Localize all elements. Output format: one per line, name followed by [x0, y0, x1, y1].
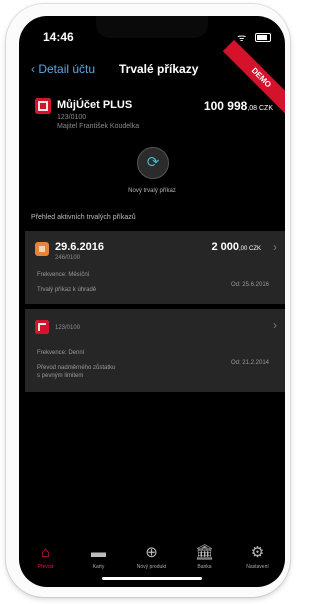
back-button[interactable]: ‹ Detail účtu	[31, 62, 95, 76]
order-start-date: Od: 25.6.2016	[230, 282, 269, 288]
order-icon	[35, 242, 49, 256]
order-title: 29.6.2016	[55, 241, 104, 253]
notch	[96, 16, 208, 38]
amount-decimals: ,00 CZK	[238, 246, 261, 252]
home-indicator[interactable]	[102, 577, 202, 580]
order-account: 123/0100	[55, 325, 81, 331]
account-icon	[35, 98, 51, 114]
tab-label: Banka	[197, 564, 212, 570]
wifi-icon: ᯤ	[237, 33, 249, 44]
standing-order-item[interactable]: 29.6.2016 246/0100 2 000,00 CZK › Frekve…	[25, 231, 285, 304]
order-type: Trvalý příkaz k úhradě	[37, 287, 97, 293]
back-label: Detail účtu	[38, 62, 96, 76]
plus-icon: ⊕	[145, 544, 158, 561]
tab-bank[interactable]: 🏛 Banka	[178, 544, 231, 570]
tab-settings[interactable]: ⚙ Nastavení	[231, 544, 284, 570]
account-number: 123/0100	[57, 114, 87, 121]
gear-icon: ⚙	[250, 544, 265, 561]
balance-main: 100 998	[203, 99, 248, 113]
tab-transfer[interactable]: ⌂ Převod	[19, 544, 72, 570]
order-amount: 2 000,00 CZK	[211, 241, 261, 253]
standing-order-item[interactable]: 123/0100 › Frekvence: Denní Převod nadmě…	[25, 309, 285, 392]
order-frequency: Frekvence: Denní	[37, 350, 85, 356]
chevron-right-icon: ›	[273, 240, 277, 254]
battery-icon	[255, 33, 271, 42]
app-screen: 14:46 ᯤ ‹ Detail účtu Trvalé příkazy DEM…	[19, 16, 285, 587]
new-standing-order-label: Nový trvalý příkaz	[128, 188, 176, 194]
order-frequency: Frekvence: Měsíční	[37, 272, 90, 278]
order-type-line1: Převod nadměrného zůstatku	[37, 365, 116, 371]
tab-label: Nastavení	[246, 564, 269, 570]
order-account: 246/0100	[55, 255, 81, 261]
status-time: 14:46	[43, 30, 74, 44]
status-icons: ᯤ	[237, 30, 271, 44]
tab-label: Převod	[37, 564, 54, 570]
bank-icon: 🏛	[194, 544, 215, 561]
tab-label: Nový produkt	[136, 564, 167, 570]
account-balance: 100 998,08 CZK	[204, 99, 273, 113]
balance-decimals: ,08 CZK	[247, 105, 273, 112]
phone-frame: 14:46 ᯤ ‹ Detail účtu Trvalé příkazy DEM…	[6, 4, 290, 597]
tab-cards[interactable]: ▬ Karty	[72, 544, 125, 570]
account-owner: Majitel František Koudelka	[57, 123, 140, 130]
page-title: Trvalé příkazy	[119, 62, 199, 76]
account-name: MůjÚčet PLUS	[57, 99, 133, 111]
order-type: Převod nadměrného zůstatku s pevným limi…	[37, 364, 115, 380]
order-start-date: Od: 21.2.2014	[230, 360, 269, 366]
card-icon: ▬	[91, 544, 106, 561]
order-type-line2: s pevným limitem	[37, 373, 84, 379]
calendar-add-icon: ⟳	[146, 154, 160, 171]
tab-new-product[interactable]: ⊕ Nový produkt	[125, 544, 178, 570]
new-standing-order-button[interactable]: ⟳	[137, 147, 169, 179]
tab-label: Karty	[92, 564, 105, 570]
chevron-right-icon: ›	[273, 318, 277, 332]
home-icon: ⌂	[40, 544, 51, 561]
order-icon	[35, 320, 49, 334]
section-title: Přehled aktivních trvalých příkazů	[31, 214, 136, 221]
amount-main: 2 000	[211, 241, 239, 253]
